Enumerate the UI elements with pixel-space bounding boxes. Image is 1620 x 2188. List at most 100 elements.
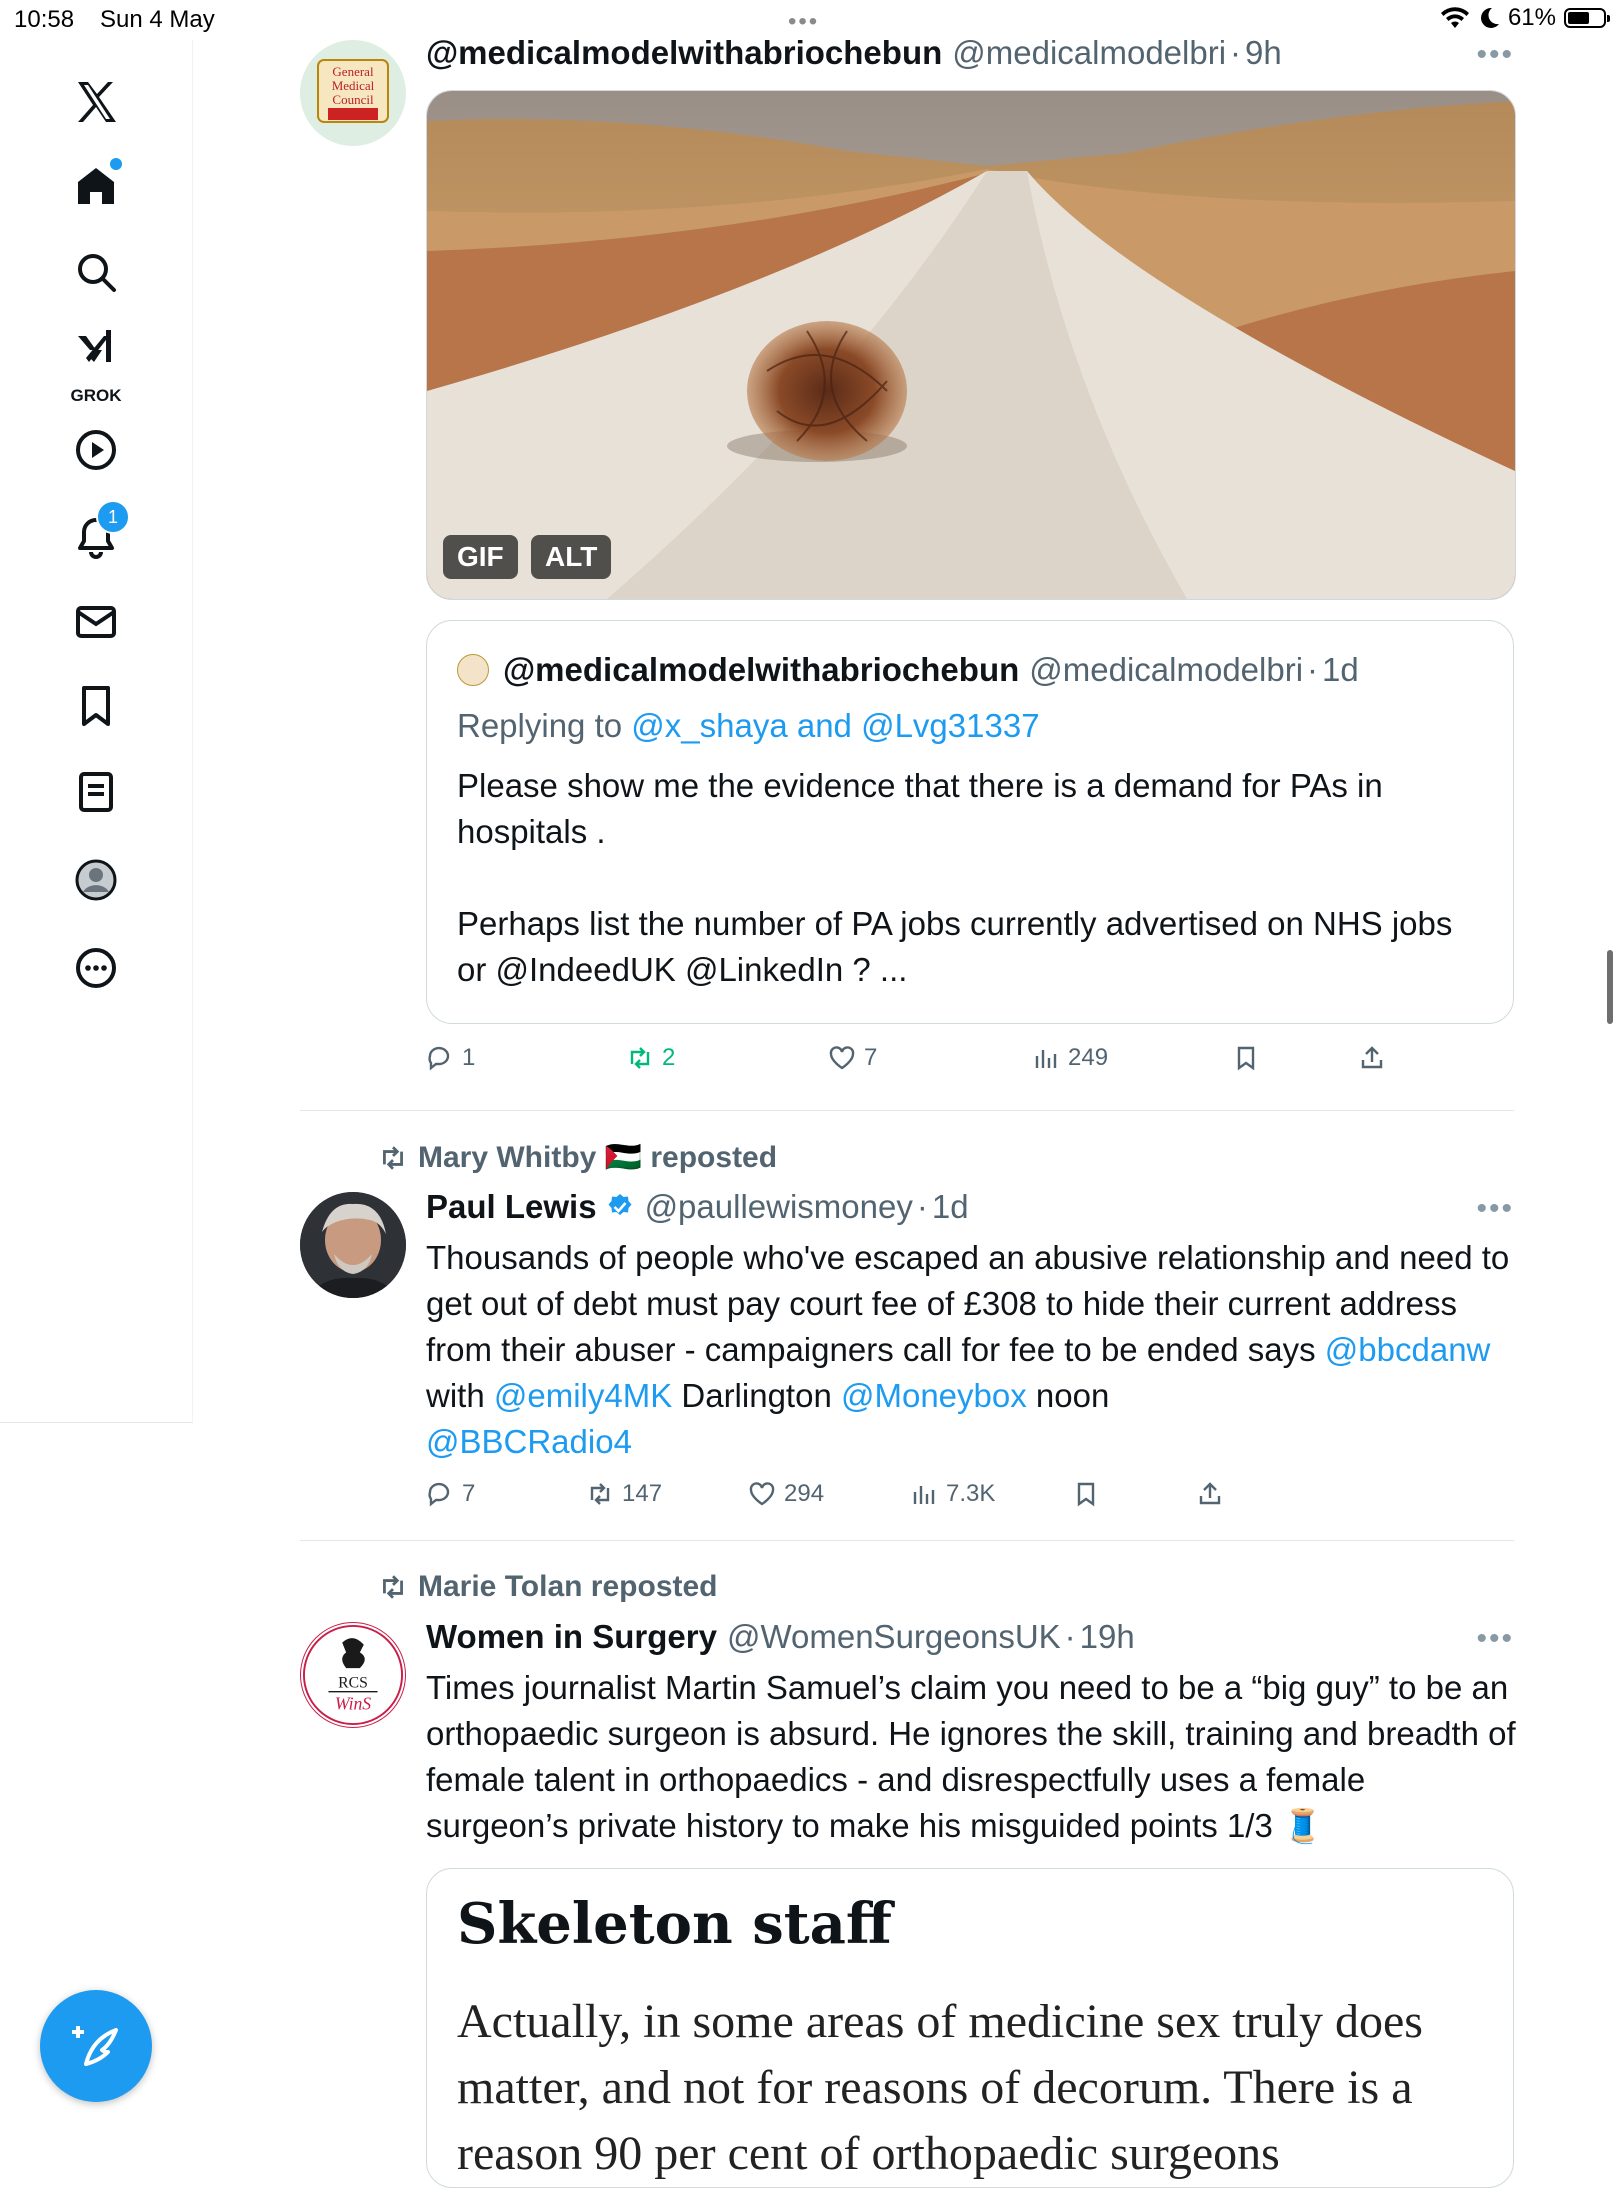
tweet-time[interactable]: 19h [1080, 1618, 1135, 1656]
author-handle[interactable]: @paullewismoney [645, 1188, 913, 1226]
views-icon [1035, 1050, 1057, 1068]
repost-indicator: Mary Whitby 🇵🇸 reposted [378, 1140, 777, 1175]
search-icon [78, 254, 116, 292]
sidebar-item-profile[interactable] [62, 846, 130, 914]
battery-percent: 61% [1507, 4, 1556, 31]
quote-header: @medicalmodelwithabriochebun @medicalmod… [457, 651, 1359, 689]
quote-author-name: @medicalmodelwithabriochebun [503, 651, 1020, 688]
view-count: 7.3K [946, 1480, 996, 1507]
repost-count: 147 [622, 1480, 663, 1507]
sidebar-item-notifications[interactable]: 1 [62, 500, 130, 572]
battery-icon [1564, 8, 1610, 28]
article-text: Actually, in some areas of medicine sex … [457, 1995, 1423, 2180]
reply-button[interactable]: 1 [426, 1044, 475, 1072]
bookmark-icon [1077, 1482, 1095, 1507]
rcs-avatar-text: RCS [338, 1675, 368, 1692]
verified-badge-icon [608, 1194, 632, 1215]
alt-badge[interactable]: ALT [531, 535, 612, 579]
compose-post-button[interactable] [40, 1990, 152, 2102]
tweet-divider [300, 1110, 1514, 1111]
author-name[interactable]: Women in Surgery [426, 1618, 717, 1656]
rcs-wins-avatar-image: RCS WinS [302, 1624, 404, 1726]
avatar[interactable] [300, 1192, 406, 1298]
heart-icon [749, 1482, 775, 1506]
separator-dot: · [1307, 651, 1319, 688]
share-button[interactable] [1358, 1044, 1386, 1072]
list-icon [79, 772, 113, 812]
more-options-icon[interactable]: ••• [1476, 1622, 1514, 1656]
author-handle[interactable]: @WomenSurgeonsUK [727, 1618, 1061, 1656]
share-button[interactable] [1196, 1480, 1224, 1508]
avatar[interactable]: RCS WinS [300, 1622, 406, 1728]
article-image[interactable]: Skeleton staff Actually, in some areas o… [426, 1868, 1514, 2188]
mention-link[interactable]: @BBCRadio4 [426, 1423, 632, 1460]
repost-count: 2 [662, 1044, 676, 1071]
repost-button[interactable]: 2 [626, 1044, 675, 1072]
article-title: Skeleton staff [457, 1891, 892, 1957]
x-logo-icon[interactable] [62, 68, 130, 136]
repost-icon [383, 1575, 403, 1599]
gmc-avatar-text: General [332, 64, 374, 79]
paul-lewis-avatar-image [300, 1192, 406, 1298]
sidebar-item-more[interactable] [62, 934, 130, 1002]
views-button[interactable]: 249 [1032, 1044, 1108, 1072]
quote-text: Please show me the evidence that there i… [457, 763, 1477, 993]
replying-to-mentions[interactable]: @x_shaya and @Lvg31337 [631, 707, 1039, 744]
sidebar-item-grok[interactable]: GROK [62, 318, 130, 405]
author-handle[interactable]: @medicalmodelbri [952, 34, 1226, 72]
views-icon [913, 1486, 935, 1504]
avatar[interactable]: General Medical Council [300, 40, 406, 146]
mention-link[interactable]: @Moneybox [841, 1377, 1027, 1414]
author-name[interactable]: Paul Lewis [426, 1188, 597, 1226]
mention-link[interactable]: @emily4MK [494, 1377, 672, 1414]
tweet-text: Thousands of people who've escaped an ab… [426, 1235, 1516, 1465]
reposted-by-text[interactable]: Mary Whitby 🇵🇸 reposted [418, 1140, 777, 1175]
repost-icon [383, 1145, 403, 1170]
play-circle-icon [76, 430, 116, 470]
gmc-avatar-text-3: Council [332, 92, 374, 107]
grok-label: GROK [70, 386, 122, 405]
repost-indicator: Marie Tolan reposted [378, 1570, 718, 1604]
separator-dot: · [1064, 1618, 1076, 1655]
bookmark-button[interactable] [1072, 1480, 1100, 1508]
tweet-text-part: with [426, 1377, 494, 1414]
sidebar-item-search[interactable] [62, 238, 130, 306]
tweet-text-part: noon [1026, 1377, 1110, 1414]
share-icon [1361, 1046, 1383, 1069]
sidebar-item-messages[interactable] [62, 588, 130, 656]
gif-badge: GIF [443, 535, 518, 579]
reply-count: 7 [462, 1480, 476, 1507]
heart-icon [829, 1046, 855, 1070]
grok-icon [78, 330, 111, 362]
sidebar-item-home[interactable] [62, 152, 130, 220]
sidebar-item-video[interactable] [62, 416, 130, 484]
like-count: 7 [864, 1044, 878, 1071]
sidebar-item-lists[interactable] [62, 758, 130, 826]
bookmark-button[interactable] [1232, 1044, 1260, 1072]
reply-button[interactable]: 7 [426, 1480, 475, 1508]
tweet-time[interactable]: 1d [932, 1188, 969, 1226]
scrollbar[interactable] [1607, 950, 1613, 1024]
status-date: Sun 4 May [100, 6, 215, 33]
repost-button[interactable]: 147 [586, 1480, 662, 1508]
bookmark-icon [82, 686, 110, 726]
more-circle-icon [76, 948, 116, 988]
tweet-time[interactable]: 9h [1245, 34, 1282, 72]
reposted-by-text[interactable]: Marie Tolan reposted [418, 1570, 718, 1604]
like-button[interactable]: 294 [748, 1480, 824, 1508]
more-options-icon[interactable]: ••• [1476, 38, 1514, 72]
more-options-icon[interactable]: ••• [1476, 1192, 1514, 1226]
tweet-media-gif[interactable]: GIF ALT [426, 90, 1516, 600]
like-button[interactable]: 7 [828, 1044, 877, 1072]
separator-dot: · [1230, 34, 1242, 71]
mention-link[interactable]: @bbcdanw [1325, 1331, 1491, 1368]
tweet-header: @medicalmodelwithabriochebun @medicalmod… [426, 34, 1282, 72]
views-button[interactable]: 7.3K [910, 1480, 995, 1508]
multitask-dots-icon[interactable]: ••• [788, 8, 819, 36]
author-name[interactable]: @medicalmodelwithabriochebun [426, 34, 942, 72]
sidebar-item-bookmarks[interactable] [62, 672, 130, 740]
status-time: 10:58 [14, 6, 75, 33]
tweet-header: Women in Surgery @WomenSurgeonsUK · 19h [426, 1618, 1135, 1656]
quote-text-paragraph-1: Please show me the evidence that there i… [457, 767, 1383, 850]
quoted-tweet[interactable]: @medicalmodelwithabriochebun @medicalmod… [426, 620, 1514, 1024]
